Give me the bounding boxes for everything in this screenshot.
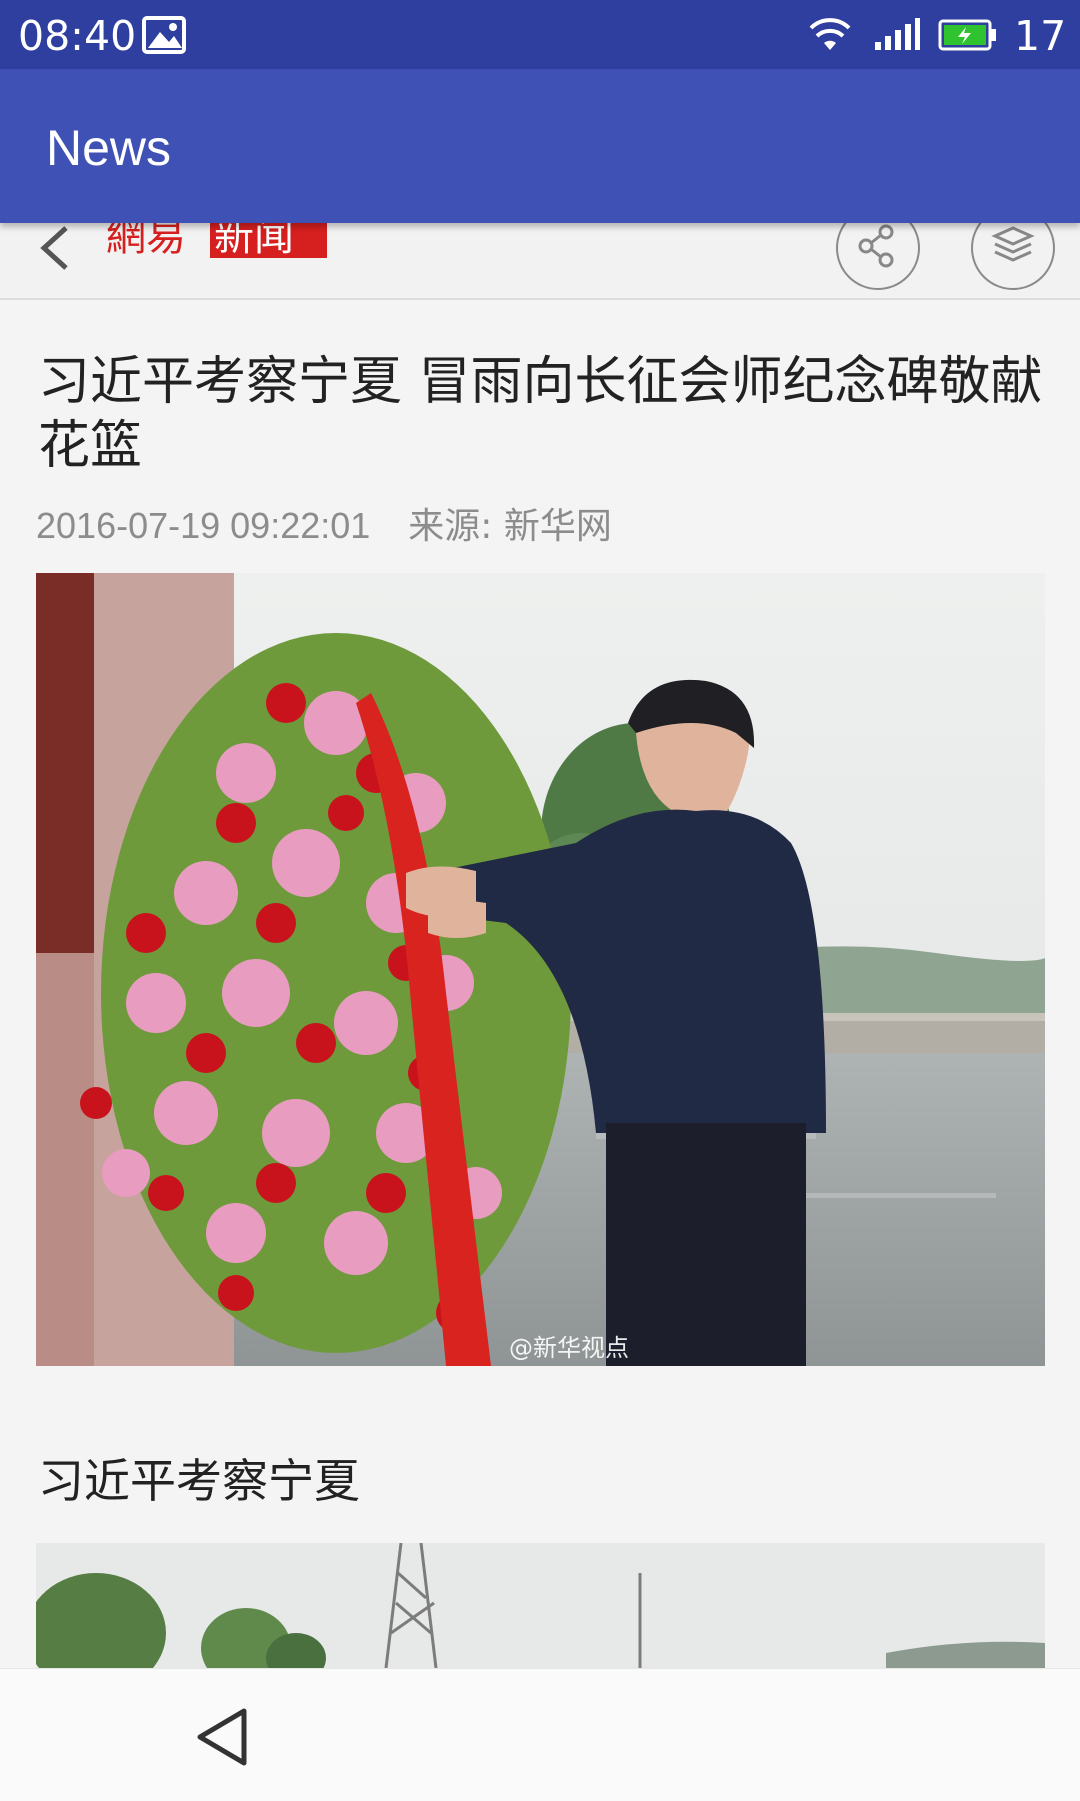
- battery-level: 17: [1014, 12, 1067, 60]
- web-header: 網易 新闻: [0, 206, 1080, 300]
- app-bar: News: [0, 69, 1080, 223]
- status-time: 08:40: [18, 12, 137, 60]
- nav-back-button[interactable]: [192, 1705, 256, 1769]
- layers-icon: [991, 226, 1035, 262]
- article-subheading: 习近平考察宁夏: [38, 1454, 360, 1508]
- wifi-icon: [809, 18, 851, 50]
- photo-watermark: @新华视点: [509, 1334, 629, 1362]
- nav-back-icon: [197, 1708, 247, 1766]
- signal-icon: [875, 18, 920, 50]
- article-source: 来源: 新华网: [408, 506, 612, 547]
- article-title: 习近平考察宁夏 冒雨向长征会师纪念碑敬献花篮: [38, 352, 1043, 476]
- app-title: News: [46, 120, 172, 176]
- article-photo[interactable]: @新华视点: [36, 573, 1045, 1366]
- share-icon: [858, 224, 894, 268]
- photo-2-illustration: [36, 1543, 1045, 1668]
- image-icon: [142, 16, 186, 54]
- battery-icon: [938, 19, 996, 51]
- article-photo-2[interactable]: [36, 1543, 1045, 1668]
- navigation-bar: [0, 1668, 1080, 1801]
- back-chevron-icon[interactable]: [34, 218, 74, 278]
- article-meta: 2016-07-19 09:22:01 来源: 新华网: [36, 497, 612, 549]
- photo-illustration: [36, 573, 1045, 1366]
- article-date: 2016-07-19 09:22:01: [36, 505, 371, 546]
- status-bar: 08:40 17: [0, 0, 1080, 69]
